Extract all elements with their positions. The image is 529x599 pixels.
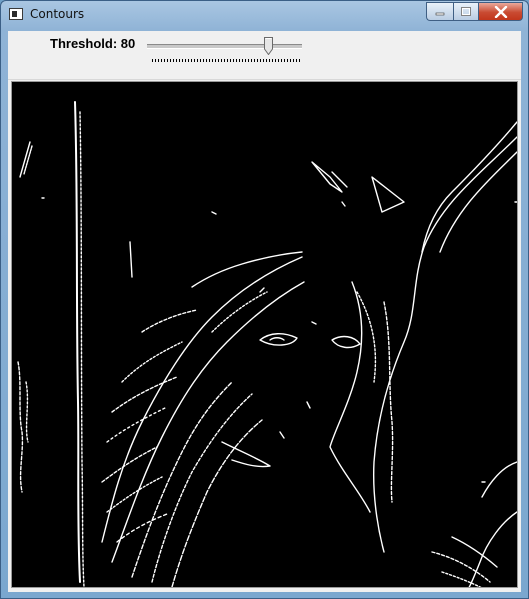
- application-window: Contours Threshold: 80: [0, 0, 529, 599]
- maximize-button[interactable]: [453, 2, 479, 21]
- window-title: Contours: [30, 7, 85, 21]
- contour-image-panel: [11, 81, 518, 588]
- client-area: Threshold: 80: [8, 31, 521, 592]
- threshold-slider-track[interactable]: [147, 44, 302, 49]
- contour-image: [17, 101, 517, 587]
- close-button[interactable]: [479, 2, 523, 21]
- minimize-button[interactable]: [426, 2, 453, 21]
- threshold-label: Threshold: 80: [50, 36, 136, 51]
- threshold-slider-ticks: [152, 59, 300, 62]
- maximize-icon: [461, 6, 471, 16]
- close-icon: [494, 5, 507, 18]
- caption-buttons: [426, 2, 523, 21]
- threshold-slider-thumb[interactable]: [264, 37, 273, 55]
- trackbar-panel: Threshold: 80: [8, 31, 521, 80]
- title-bar[interactable]: Contours: [1, 1, 528, 31]
- app-window-icon[interactable]: [9, 8, 23, 20]
- minimize-icon: [435, 12, 445, 15]
